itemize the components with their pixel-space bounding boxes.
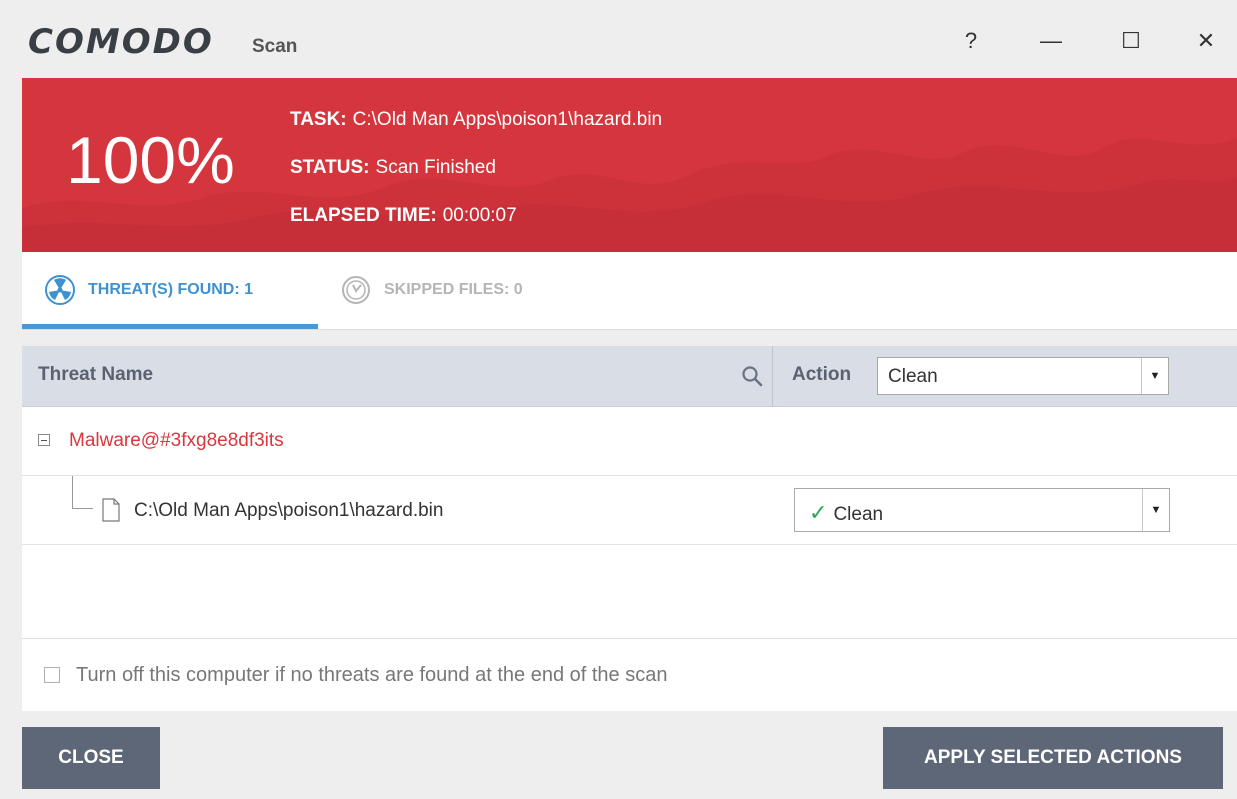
bulk-action-select[interactable]: Clean ▼ — [877, 357, 1169, 395]
tabs-divider — [22, 329, 1237, 330]
apply-selected-actions-button[interactable]: APPLY SELECTED ACTIONS — [883, 727, 1223, 789]
table-header: Threat Name Action Clean ▼ — [22, 346, 1237, 407]
maximize-button[interactable]: ☐ — [1105, 18, 1157, 64]
bulk-action-value: Clean — [888, 366, 938, 387]
task-value: C:\Old Man Apps\poison1\hazard.bin — [352, 109, 663, 130]
window-close-button[interactable]: ✕ — [1180, 18, 1232, 64]
minimize-button[interactable]: — — [1025, 18, 1077, 64]
status-line: STATUS: Scan Finished — [290, 156, 662, 204]
dropdown-arrow-icon[interactable]: ▼ — [1141, 358, 1168, 394]
tab-threats-label: THREAT(S) FOUND: 1 — [88, 281, 254, 298]
task-line: TASK: C:\Old Man Apps\poison1\hazard.bin — [290, 108, 662, 156]
tab-skipped-files[interactable]: SKIPPED FILES: 0 — [340, 270, 523, 310]
file-icon — [102, 498, 120, 522]
skipped-clock-icon — [342, 276, 370, 304]
threat-group-row[interactable]: Malware@#3fxg8e8df3its — [22, 407, 1237, 476]
elapsed-line: ELAPSED TIME: 00:00:07 — [290, 204, 662, 252]
tab-skipped-label: SKIPPED FILES: 0 — [384, 281, 523, 298]
elapsed-value: 00:00:07 — [442, 205, 517, 226]
results-tabs: THREAT(S) FOUND: 1 SKIPPED FILES: 0 — [22, 252, 1237, 330]
table-row[interactable]: C:\Old Man Apps\poison1\hazard.bin ✓ Clea… — [22, 476, 1237, 545]
file-action-value: Clean — [833, 504, 884, 525]
scan-progress-banner: 100% TASK: C:\Old Man Apps\poison1\hazard… — [22, 78, 1237, 252]
tab-threats-found[interactable]: THREAT(S) FOUND: 1 — [44, 270, 253, 310]
tree-connector — [72, 476, 93, 509]
search-icon[interactable] — [740, 364, 764, 388]
column-separator — [772, 346, 773, 406]
shutdown-label[interactable]: Turn off this computer if no threats are… — [76, 664, 667, 687]
column-action: Action — [792, 364, 852, 385]
file-path: C:\Old Man Apps\poison1\hazard.bin — [134, 500, 444, 521]
comodo-logo: COMODO — [28, 22, 214, 62]
file-action-value-wrap: ✓ Clean — [809, 500, 883, 526]
elapsed-label: ELAPSED TIME: — [290, 205, 437, 226]
radiation-icon — [45, 275, 75, 305]
close-button[interactable]: CLOSE — [22, 727, 160, 789]
title-bar: COMODO Scan ? — ☐ ✕ — [0, 0, 1237, 78]
checkmark-icon: ✓ — [809, 500, 828, 525]
collapse-icon[interactable] — [38, 434, 50, 446]
task-label: TASK: — [290, 109, 347, 130]
threats-table: Threat Name Action Clean ▼ Malware@#3fxg… — [22, 346, 1237, 711]
file-action-select[interactable]: ✓ Clean ▼ — [794, 488, 1170, 532]
shutdown-option: Turn off this computer if no threats are… — [22, 638, 1237, 711]
dropdown-arrow-icon[interactable]: ▼ — [1142, 489, 1169, 531]
window-subtitle: Scan — [252, 36, 298, 57]
help-button[interactable]: ? — [945, 18, 997, 64]
scan-percent: 100% — [66, 123, 235, 197]
scan-window: COMODO Scan ? — ☐ ✕ 100% TASK: C:\Old Man… — [0, 0, 1237, 799]
column-threat-name[interactable]: Threat Name — [38, 364, 153, 386]
scan-details: TASK: C:\Old Man Apps\poison1\hazard.bin … — [290, 108, 662, 252]
shutdown-checkbox[interactable] — [44, 667, 60, 683]
status-label: STATUS: — [290, 157, 370, 178]
threat-name: Malware@#3fxg8e8df3its — [69, 430, 284, 451]
status-value: Scan Finished — [375, 157, 496, 178]
